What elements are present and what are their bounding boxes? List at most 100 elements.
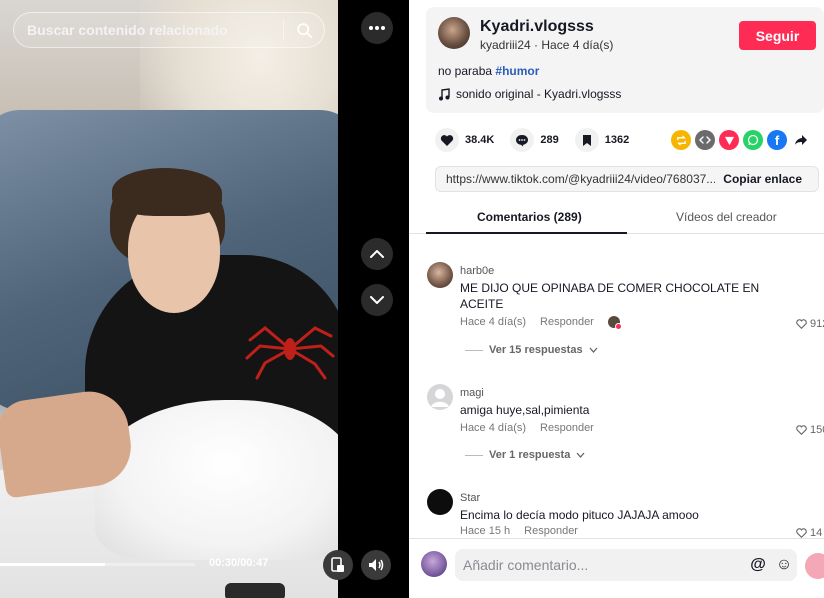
caption: no paraba #humor — [438, 64, 539, 78]
comment-username[interactable]: Star — [460, 492, 480, 504]
comment-stat[interactable]: 289 — [510, 128, 559, 152]
view-replies-label[interactable]: Ver 15 respuestas — [489, 344, 583, 356]
like-stat[interactable]: 38.4K — [435, 128, 494, 152]
whatsapp-icon[interactable] — [743, 130, 763, 150]
search-bar[interactable]: Buscar contenido relacionado — [13, 12, 325, 48]
comment-meta: Hace 4 día(s) Responder — [460, 316, 622, 330]
volume-icon — [369, 559, 384, 571]
floating-player-icon — [331, 557, 344, 572]
author-subline: kyadriii24 · Hace 4 día(s) — [480, 38, 613, 52]
comment-avatar[interactable] — [427, 262, 453, 288]
next-video-button[interactable] — [361, 284, 393, 316]
spider-logo — [245, 326, 335, 380]
repost-icon[interactable] — [671, 130, 691, 150]
comment-like[interactable]: 14 — [796, 527, 822, 538]
search-icon[interactable] — [284, 22, 324, 39]
floating-player-button[interactable] — [323, 550, 353, 580]
hashtag-link[interactable]: #humor — [495, 64, 539, 78]
comment-time: Hace 15 h — [460, 525, 511, 537]
comment-like-count: 150 — [810, 424, 824, 436]
share-arrow-icon[interactable] — [791, 130, 811, 150]
comment-meta: Hace 4 día(s) Responder — [460, 422, 594, 434]
comment-time: Hace 4 día(s) — [460, 422, 527, 434]
heart-outline-icon — [796, 319, 807, 329]
post-date: Hace 4 día(s) — [541, 38, 614, 52]
view-replies-button[interactable]: Ver 1 respuesta — [465, 449, 585, 461]
comment-item: harb0e ME DIJO QUE OPINABA DE COMER CHOC… — [427, 258, 824, 368]
comment-avatar[interactable] — [427, 489, 453, 515]
comment-text: Encima lo decía modo pituco JAJAJA amooo — [460, 508, 699, 522]
comment-item: Star Encima lo decía modo pituco JAJAJA … — [427, 485, 824, 538]
sound-name[interactable]: sonido original - Kyadri.vlogsss — [456, 87, 621, 101]
progress-fill — [0, 563, 106, 566]
tabs: Comentarios (289) Vídeos del creador — [409, 204, 824, 234]
current-user-avatar[interactable] — [421, 551, 447, 577]
pillow — [95, 400, 338, 560]
volume-button[interactable] — [361, 550, 391, 580]
like-count: 38.4K — [465, 134, 495, 146]
copy-link-button[interactable]: Copiar enlace — [715, 172, 818, 186]
chevron-up-icon — [370, 250, 384, 258]
creator-liked-icon — [607, 316, 622, 330]
tab-comments[interactable]: Comentarios (289) — [477, 210, 582, 224]
comment-input[interactable]: Añadir comentario... @ ☺ — [455, 549, 797, 581]
replies-dash — [465, 349, 483, 351]
view-replies-label[interactable]: Ver 1 respuesta — [489, 449, 570, 461]
engagement-stats: 38.4K 289 1362 — [435, 128, 645, 152]
post-comment-button[interactable] — [805, 553, 824, 579]
replies-dash — [465, 454, 483, 456]
sound-row[interactable]: sonido original - Kyadri.vlogsss — [438, 87, 621, 101]
comment-like-count: 14 — [810, 527, 823, 538]
person-fringe — [112, 168, 222, 216]
music-note-icon — [439, 87, 450, 100]
reply-button[interactable]: Responder — [540, 316, 594, 328]
video-url[interactable]: https://www.tiktok.com/@kyadriii24/video… — [436, 172, 715, 186]
reply-button[interactable]: Responder — [524, 525, 578, 537]
embed-icon[interactable] — [695, 130, 715, 150]
heart-outline-icon — [796, 425, 807, 435]
facebook-icon[interactable]: f — [767, 130, 787, 150]
comment-text: ME DIJO QUE OPINABA DE COMER CHOCOLATE E… — [460, 281, 760, 311]
author-avatar[interactable] — [438, 17, 470, 49]
subline-separator: · — [534, 38, 539, 52]
chevron-down-icon — [589, 347, 598, 353]
send-icon[interactable] — [719, 130, 739, 150]
comment-input-placeholder[interactable]: Añadir comentario... — [455, 557, 745, 573]
active-tab-indicator — [426, 232, 627, 234]
caption-text: no paraba — [438, 64, 496, 78]
mention-icon[interactable]: @ — [745, 556, 771, 574]
author-handle[interactable]: kyadriii24 — [480, 38, 531, 52]
video-player: Buscar contenido relacionado 00:30/00:47 — [0, 0, 409, 598]
save-stat[interactable]: 1362 — [574, 128, 629, 152]
comment-text: amiga huye,sal,pimienta — [460, 403, 590, 417]
more-options-button[interactable] — [361, 12, 393, 44]
search-input[interactable]: Buscar contenido relacionado — [14, 22, 283, 38]
comment-username[interactable]: magi — [460, 387, 484, 399]
comment-icon[interactable] — [510, 128, 535, 152]
comment-meta: Hace 15 h Responder — [460, 525, 578, 537]
comment-username[interactable]: harb0e — [460, 265, 494, 277]
previous-video-button[interactable] — [361, 238, 393, 270]
comment-like[interactable]: 912 — [796, 318, 824, 330]
comment-list: harb0e ME DIJO QUE OPINABA DE COMER CHOC… — [409, 258, 824, 538]
comment-composer: Añadir comentario... @ ☺ — [409, 538, 824, 598]
video-info-card: Kyadri.vlogsss kyadriii24 · Hace 4 día(s… — [426, 7, 824, 113]
tab-creator-videos[interactable]: Vídeos del creador — [676, 210, 777, 224]
comment-time: Hace 4 día(s) — [460, 316, 527, 328]
details-panel: Kyadri.vlogsss kyadriii24 · Hace 4 día(s… — [409, 0, 824, 598]
comment-like[interactable]: 150 — [796, 424, 824, 436]
share-icons: f — [671, 130, 811, 150]
follow-button[interactable]: Seguir — [739, 21, 816, 50]
heart-icon[interactable] — [435, 128, 459, 152]
video-frame[interactable] — [0, 0, 338, 598]
bookmark-icon[interactable] — [574, 128, 599, 152]
reply-button[interactable]: Responder — [540, 422, 594, 434]
comment-avatar[interactable] — [427, 384, 453, 410]
copy-link-row: https://www.tiktok.com/@kyadriii24/video… — [435, 166, 819, 192]
view-replies-button[interactable]: Ver 15 respuestas — [465, 344, 598, 356]
progress-bar[interactable] — [0, 563, 195, 566]
comment-count: 289 — [540, 134, 559, 146]
author-name[interactable]: Kyadri.vlogsss — [480, 18, 594, 36]
emoji-icon[interactable]: ☺ — [771, 556, 797, 574]
chevron-down-icon — [576, 452, 585, 458]
